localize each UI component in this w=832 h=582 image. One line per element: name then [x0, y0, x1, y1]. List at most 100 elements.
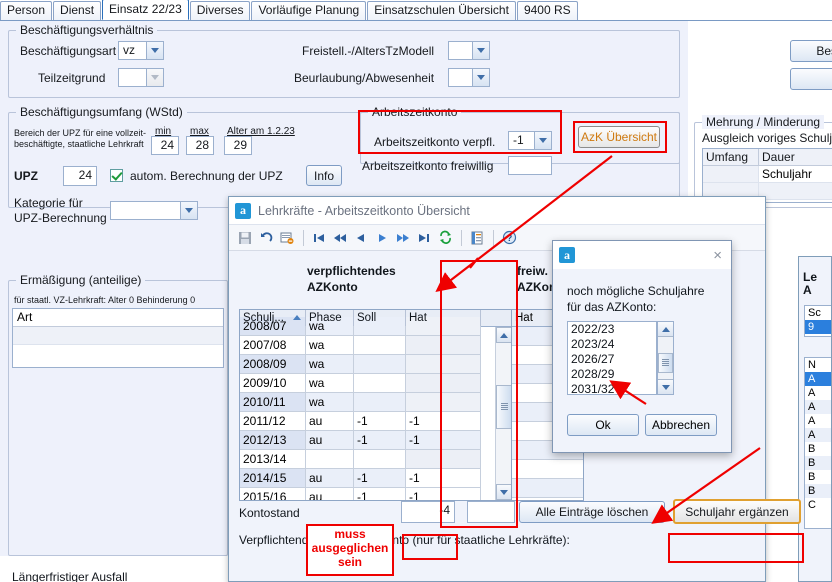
cancel-button[interactable]: Abbrechen — [645, 414, 717, 436]
azk-grid-vertical-scrollbar[interactable] — [495, 327, 511, 500]
select-freistellung[interactable] — [448, 41, 490, 60]
besc-button[interactable]: Besc — [790, 40, 832, 62]
list-item[interactable]: A — [805, 414, 831, 428]
select-azk-verpflichtend[interactable]: -1 — [508, 131, 552, 150]
close-icon[interactable]: × — [710, 248, 725, 263]
column-header-schuljahr[interactable]: Schulj... — [240, 310, 306, 326]
scroll-down-button[interactable] — [658, 379, 673, 394]
list-item[interactable]: B — [805, 470, 831, 484]
table-row[interactable]: 2007/08 wa — [240, 336, 511, 355]
undo-icon[interactable] — [256, 228, 276, 248]
scrollbar-thumb[interactable] — [496, 385, 511, 429]
scroll-up-button[interactable] — [496, 327, 511, 343]
save-icon[interactable] — [235, 228, 255, 248]
right-window-header-box[interactable]: Sc 9 — [804, 305, 831, 337]
prev-page-icon[interactable] — [330, 228, 350, 248]
scroll-up-button[interactable] — [658, 322, 673, 337]
schuljahr-listbox[interactable]: 2022/23 2023/24 2026/27 2028/29 2031/32 … — [567, 321, 657, 395]
cell-schuljahr: 2014/15 — [240, 469, 306, 488]
second-right-button[interactable] — [790, 68, 832, 90]
field-alter[interactable]: 29 — [224, 136, 252, 155]
mehrung-table-header: Umfang Dauer — [703, 149, 832, 166]
popup-titlebar[interactable]: a × — [553, 241, 731, 269]
azk-data-grid[interactable]: Schulj... Phase Soll Hat 2008/07 wa 2007… — [239, 309, 512, 501]
column-header-soll[interactable]: Soll — [354, 310, 406, 326]
select-kategorie-upz[interactable] — [110, 201, 198, 220]
field-kontostand[interactable]: -4 — [401, 501, 455, 523]
azk-window-titlebar[interactable]: a Lehrkräfte - Arbeitszeitkonto Übersich… — [229, 197, 765, 225]
first-record-icon[interactable] — [309, 228, 329, 248]
list-item[interactable]: 2028/29 — [568, 367, 656, 382]
list-item[interactable]: 2022/23 — [568, 322, 656, 337]
field-min[interactable]: 24 — [151, 136, 179, 155]
list-item[interactable]: C — [805, 498, 831, 512]
chevron-down-icon[interactable] — [472, 42, 489, 59]
table-row[interactable]: 2014/15 au -1 -1 — [240, 469, 511, 488]
list-item[interactable] — [13, 327, 223, 345]
table-row[interactable]: Schuljahr — [703, 166, 832, 183]
next-page-icon[interactable] — [393, 228, 413, 248]
right-window-selected-row[interactable]: 9 — [805, 320, 831, 334]
prev-record-icon[interactable] — [351, 228, 371, 248]
chevron-down-icon[interactable] — [472, 69, 489, 86]
list-item[interactable]: B — [805, 442, 831, 456]
table-row[interactable]: 2012/13 au -1 -1 — [240, 431, 511, 450]
right-window-list[interactable]: N A A A A A B B B B C — [804, 357, 831, 529]
list-item[interactable] — [13, 345, 223, 367]
add-schuljahr-button[interactable]: Schuljahr ergänzen — [673, 499, 801, 524]
tab-diverses[interactable]: Diverses — [189, 1, 251, 20]
ok-button[interactable]: Ok — [567, 414, 639, 436]
list-item[interactable]: 2026/27 — [568, 352, 656, 367]
field-max[interactable]: 28 — [186, 136, 214, 155]
select-beschaeftigungsart[interactable]: vz — [118, 41, 164, 60]
list-item[interactable]: A — [805, 428, 831, 442]
column-header-hat[interactable]: Hat — [406, 310, 481, 326]
list-item[interactable]: A — [805, 400, 831, 414]
delete-record-icon[interactable] — [277, 228, 297, 248]
list-item[interactable]: B — [805, 456, 831, 470]
azk-uebersicht-button[interactable]: AzK Übersicht — [578, 126, 660, 148]
refresh-icon[interactable] — [435, 228, 455, 248]
help-icon[interactable]: ? — [499, 228, 519, 248]
list-item[interactable]: A — [805, 372, 831, 386]
field-kontostand-secondary[interactable] — [467, 501, 515, 523]
table-row[interactable]: 2010/11 wa — [240, 393, 511, 412]
chevron-down-icon[interactable] — [180, 202, 197, 219]
table-row[interactable]: 2015/16 au -1 -1 — [240, 488, 511, 500]
table-row[interactable]: 2008/09 wa — [240, 355, 511, 374]
popup-listbox-scrollbar[interactable] — [657, 321, 674, 395]
checkbox-auto-upz[interactable] — [110, 169, 123, 182]
table-row[interactable]: 2009/10 wa — [240, 374, 511, 393]
report-icon[interactable] — [467, 228, 487, 248]
info-button[interactable]: Info — [306, 165, 342, 186]
tab-dienst[interactable]: Dienst — [53, 1, 102, 20]
tab-vorlaeufige-planung[interactable]: Vorläufige Planung — [251, 1, 367, 20]
cell-phase: au — [306, 412, 354, 431]
tab-einsatz[interactable]: Einsatz 22/23 — [102, 0, 189, 20]
field-upz[interactable]: 24 — [63, 166, 97, 186]
column-header-phase[interactable]: Phase — [306, 310, 354, 326]
scrollbar-thumb[interactable] — [658, 353, 673, 373]
delete-all-entries-button[interactable]: Alle Einträge löschen — [519, 501, 665, 523]
list-item[interactable]: 2023/24 — [568, 337, 656, 352]
next-record-icon[interactable] — [372, 228, 392, 248]
chevron-down-icon[interactable] — [534, 132, 551, 149]
select-teilzeitgrund[interactable] — [118, 68, 164, 87]
tab-9400-rs[interactable]: 9400 RS — [516, 1, 578, 20]
list-item[interactable]: B — [805, 484, 831, 498]
select-beurlaubung[interactable] — [448, 68, 490, 87]
list-item[interactable]: 2031/32 — [568, 382, 656, 394]
ermaessigung-list[interactable]: Art — [12, 308, 224, 368]
scroll-down-button[interactable] — [496, 484, 511, 500]
chevron-down-icon[interactable] — [146, 69, 163, 86]
last-record-icon[interactable] — [414, 228, 434, 248]
table-row[interactable]: 2013/14 — [240, 450, 511, 469]
field-azk-freiwillig[interactable] — [508, 156, 552, 175]
tab-person[interactable]: Person — [0, 1, 53, 20]
table-row[interactable] — [512, 460, 583, 479]
chevron-down-icon[interactable] — [146, 42, 163, 59]
tab-einsatzschulen-uebersicht[interactable]: Einsatzschulen Übersicht — [367, 1, 516, 20]
table-row[interactable]: 2011/12 au -1 -1 — [240, 412, 511, 431]
table-row[interactable] — [512, 479, 583, 498]
list-item[interactable]: A — [805, 386, 831, 400]
